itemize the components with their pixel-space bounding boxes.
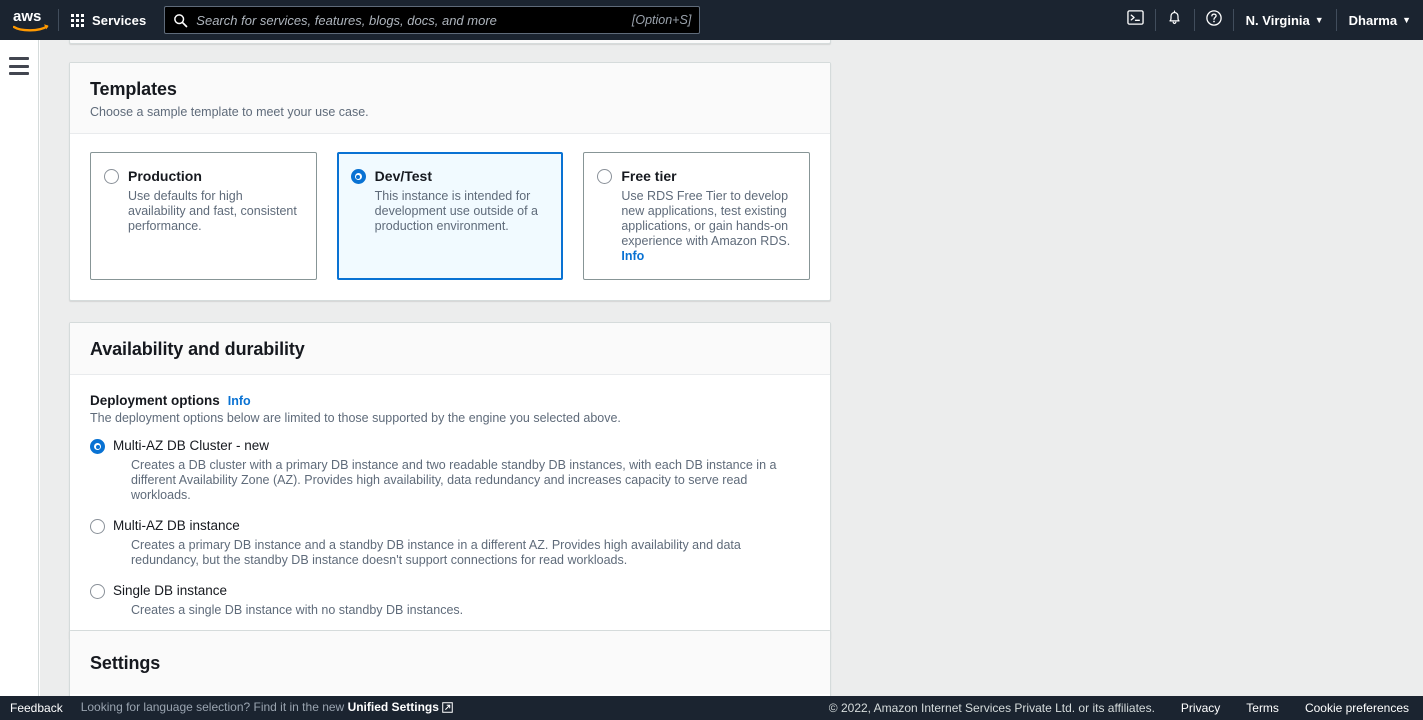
- templates-card-subtitle: Choose a sample template to meet your us…: [90, 105, 369, 119]
- template-label: Dev/Test: [374, 168, 432, 184]
- search-icon: [173, 13, 188, 28]
- language-prompt-text: Looking for language selection? Find it …: [80, 700, 345, 714]
- account-label: Dharma: [1348, 12, 1398, 28]
- cloudshell-icon: [1127, 9, 1144, 31]
- region-selector[interactable]: N. Virginia ▼: [1234, 0, 1336, 40]
- template-label: Production: [128, 168, 202, 184]
- template-description: Use RDS Free Tier to develop new applica…: [621, 189, 791, 248]
- cloudshell-button[interactable]: [1117, 0, 1155, 40]
- search-shortcut-hint: [Option+S]: [631, 13, 692, 27]
- footer-right-group: © 2022, Amazon Internet Services Private…: [829, 701, 1423, 715]
- template-tile-dev-test[interactable]: Dev/Test This instance is intended for d…: [336, 152, 564, 280]
- radio-free-tier[interactable]: [597, 169, 613, 184]
- radio-single-instance[interactable]: [90, 584, 105, 599]
- templates-card-body: Production Use defaults for high availab…: [70, 134, 830, 300]
- cookie-preferences-link[interactable]: Cookie preferences: [1305, 701, 1409, 715]
- chevron-down-icon: ▼: [1314, 14, 1324, 25]
- section-title: Availability and durability: [90, 339, 305, 359]
- page-title: Templates: [90, 79, 177, 99]
- svg-text:aws: aws: [13, 8, 41, 25]
- unified-settings-link[interactable]: Unified Settings: [348, 700, 439, 714]
- template-description: Use defaults for high availability and f…: [128, 189, 297, 233]
- region-label: N. Virginia: [1245, 12, 1310, 28]
- template-tile-production[interactable]: Production Use defaults for high availab…: [90, 152, 317, 280]
- radio-dev-test[interactable]: [350, 169, 366, 184]
- notifications-button[interactable]: [1156, 0, 1194, 40]
- deployment-options-label: Deployment options Info: [90, 393, 810, 408]
- feedback-link[interactable]: Feedback: [10, 701, 63, 715]
- hamburger-icon-bar: [9, 72, 29, 75]
- deployment-option-label: Multi-AZ DB Cluster - new: [113, 438, 270, 453]
- language-selection-note: Looking for language selection? Find it …: [81, 700, 453, 716]
- terms-link[interactable]: Terms: [1246, 701, 1279, 715]
- availability-and-durability-card: Availability and durability Deployment o…: [69, 322, 831, 639]
- hamburger-icon-bar: [9, 64, 29, 68]
- template-label: Free tier: [621, 168, 677, 184]
- templates-card-header: Templates Choose a sample template to me…: [70, 63, 830, 134]
- deployment-option-description: Creates a single DB instance with no sta…: [131, 603, 464, 617]
- deployment-option-description: Creates a DB cluster with a primary DB i…: [131, 458, 777, 502]
- external-link-icon: [442, 702, 453, 716]
- info-link-free-tier[interactable]: Info: [621, 249, 795, 263]
- deployment-option-label: Single DB instance: [113, 583, 228, 598]
- services-label: Services: [92, 12, 147, 28]
- aws-logo[interactable]: aws: [0, 0, 56, 40]
- settings-card-header: Settings: [70, 631, 830, 694]
- question-circle-icon: [1205, 9, 1223, 32]
- radio-multi-az-cluster[interactable]: [90, 439, 105, 454]
- search-input[interactable]: [196, 12, 626, 28]
- template-description: This instance is intended for developmen…: [374, 189, 538, 233]
- deployment-option-multi-az-cluster[interactable]: Multi-AZ DB Cluster - new Creates a DB c…: [90, 437, 810, 503]
- templates-card: Templates Choose a sample template to me…: [69, 62, 831, 301]
- sidebar-toggle-button[interactable]: [4, 54, 34, 78]
- footer-bar: Feedback Looking for language selection?…: [0, 696, 1423, 720]
- template-tile-row: Production Use defaults for high availab…: [90, 152, 811, 280]
- left-rail: [0, 40, 39, 696]
- template-tile-free-tier[interactable]: Free tier Use RDS Free Tier to develop n…: [583, 152, 811, 280]
- account-menu[interactable]: Dharma ▼: [1337, 0, 1423, 40]
- hamburger-icon-bar: [9, 57, 29, 60]
- radio-multi-az-instance[interactable]: [90, 519, 105, 534]
- settings-card: Settings: [69, 630, 831, 696]
- deployment-option-label: Multi-AZ DB instance: [113, 518, 240, 533]
- deployment-options-radio-group: Multi-AZ DB Cluster - new Creates a DB c…: [90, 437, 810, 618]
- deployment-option-description: Creates a primary DB instance and a stan…: [131, 538, 741, 567]
- deployment-options-hint: The deployment options below are limited…: [90, 411, 621, 425]
- nav-right-cluster: N. Virginia ▼ Dharma ▼: [1117, 0, 1423, 40]
- page-canvas: Templates Choose a sample template to me…: [40, 40, 1423, 696]
- previous-card-partial: [69, 40, 831, 44]
- section-title: Settings: [90, 653, 161, 673]
- chevron-down-icon: ▼: [1402, 14, 1411, 25]
- global-search-bar[interactable]: [Option+S]: [164, 6, 701, 34]
- radio-production[interactable]: [104, 169, 119, 184]
- info-link-deployment-options[interactable]: Info: [228, 394, 251, 408]
- nav-divider: [58, 9, 59, 31]
- availability-card-body: Deployment options Info The deployment o…: [70, 375, 830, 638]
- availability-card-header: Availability and durability: [70, 323, 830, 375]
- bell-icon: [1166, 9, 1183, 31]
- copyright-text: © 2022, Amazon Internet Services Private…: [828, 701, 1155, 715]
- deployment-option-multi-az-instance[interactable]: Multi-AZ DB instance Creates a primary D…: [90, 517, 810, 568]
- privacy-link[interactable]: Privacy: [1181, 701, 1220, 715]
- footer-left-group: Feedback Looking for language selection?…: [0, 700, 453, 716]
- top-navigation-bar: aws Services [Option+S]: [0, 0, 1423, 40]
- services-menu-button[interactable]: Services: [61, 0, 156, 40]
- grid-icon: [71, 13, 84, 27]
- deployment-options-label-text: Deployment options: [90, 393, 220, 408]
- help-button[interactable]: [1195, 0, 1233, 40]
- deployment-option-single-instance[interactable]: Single DB instance Creates a single DB i…: [90, 582, 810, 618]
